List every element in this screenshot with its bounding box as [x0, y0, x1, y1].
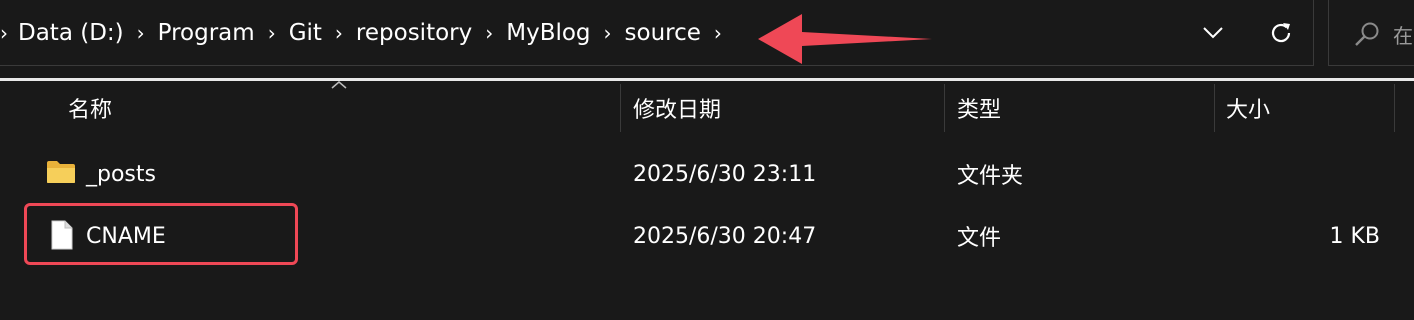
breadcrumb-chevron-icon[interactable]: › — [0, 21, 10, 45]
column-resize-handle[interactable] — [1214, 84, 1215, 132]
address-history-dropdown[interactable] — [1196, 18, 1230, 48]
refresh-icon — [1271, 23, 1291, 43]
breadcrumb-chevron-icon[interactable]: › — [591, 21, 625, 45]
column-header-type[interactable]: 类型 — [957, 84, 1001, 132]
file-modified: 2025/6/30 20:47 — [633, 223, 817, 249]
breadcrumb-item-source[interactable]: source — [625, 20, 701, 46]
breadcrumb-chevron-icon[interactable]: › — [701, 21, 735, 45]
breadcrumb-item-git[interactable]: Git — [289, 20, 322, 46]
breadcrumb-item-program[interactable]: Program — [158, 20, 255, 46]
file-type: 文件夹 — [957, 164, 1024, 189]
column-header-size[interactable]: 大小 — [1226, 84, 1270, 132]
file-size — [1226, 146, 1380, 202]
address-bar[interactable]: › Data (D:) › Program › Git › repository… — [0, 0, 1314, 66]
file-size: 1 KB — [1329, 223, 1380, 249]
file-modified: 2025/6/30 23:11 — [633, 161, 817, 187]
breadcrumb-chevron-icon[interactable]: › — [472, 21, 506, 45]
column-resize-handle[interactable] — [620, 84, 621, 132]
breadcrumb-chevron-icon[interactable]: › — [124, 21, 158, 45]
breadcrumb-item-repository[interactable]: repository — [356, 20, 472, 46]
search-icon — [1355, 22, 1379, 46]
toolbar-divider — [0, 78, 1414, 81]
breadcrumb-chevron-icon[interactable]: › — [255, 21, 289, 45]
annotation-highlight-box — [24, 203, 298, 265]
breadcrumb-chevron-icon[interactable]: › — [322, 21, 356, 45]
file-name: _posts — [86, 161, 156, 187]
file-type: 文件 — [957, 226, 1002, 251]
column-header-row: 名称 修改日期 类型 大小 — [0, 84, 1414, 132]
column-header-name[interactable]: 名称 — [68, 84, 112, 132]
file-row-posts[interactable]: _posts 2025/6/30 23:11 文件夹 — [0, 146, 1414, 202]
column-resize-handle[interactable] — [944, 84, 945, 132]
refresh-button[interactable] — [1264, 16, 1298, 50]
annotation-arrow-icon — [758, 14, 932, 64]
search-input[interactable]: 在 — [1328, 0, 1414, 66]
breadcrumb: › Data (D:) › Program › Git › repository… — [0, 0, 735, 66]
column-resize-handle[interactable] — [1394, 84, 1395, 132]
chevron-down-icon — [1203, 27, 1223, 39]
search-placeholder: 在 — [1393, 24, 1413, 48]
breadcrumb-item-myblog[interactable]: MyBlog — [506, 20, 590, 46]
breadcrumb-item-drive[interactable]: Data (D:) — [18, 20, 124, 46]
folder-icon — [47, 161, 75, 183]
column-header-modified[interactable]: 修改日期 — [633, 84, 721, 132]
